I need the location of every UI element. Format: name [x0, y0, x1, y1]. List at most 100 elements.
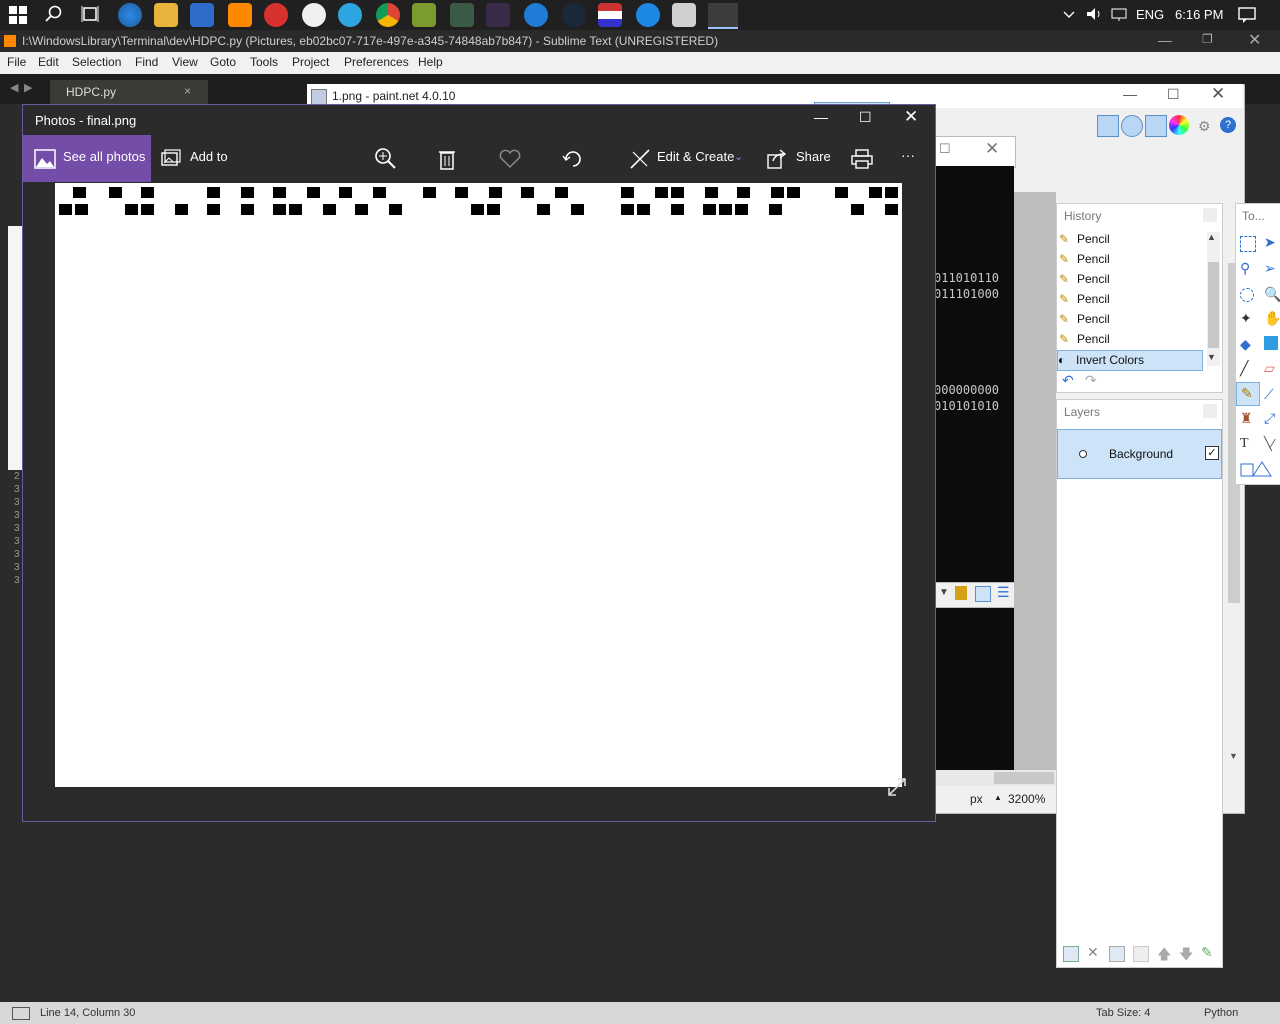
layers-window-button[interactable] — [1145, 115, 1167, 137]
share-icon[interactable] — [767, 149, 787, 172]
scroll-thumb[interactable] — [994, 772, 1054, 784]
network-icon[interactable] — [1110, 7, 1128, 24]
photos-maximize-button[interactable]: ☐ — [859, 109, 872, 126]
rotate-icon[interactable] — [562, 148, 584, 173]
tab-size[interactable]: Tab Size: 4 — [1096, 1007, 1150, 1019]
tab-scroll-left-icon[interactable]: ◀ — [10, 81, 18, 94]
menu-goto[interactable]: Goto — [210, 55, 236, 69]
add-layer-icon[interactable] — [1063, 946, 1079, 962]
units-label[interactable]: px — [970, 792, 983, 806]
tab-scroll-right-icon[interactable]: ▶ — [24, 81, 32, 94]
history-item[interactable]: ✎ Pencil — [1059, 290, 1205, 309]
view-icon[interactable] — [975, 586, 991, 602]
photos-minimize-button[interactable]: — — [814, 109, 828, 125]
restore-button[interactable]: ❐ — [1202, 32, 1213, 46]
syntax-mode[interactable]: Python — [1204, 1007, 1238, 1019]
paintnet-maximize-button[interactable]: ☐ — [1167, 86, 1180, 103]
chevron-up-icon[interactable] — [1062, 7, 1076, 24]
color-picker-icon[interactable]: ⟋ — [1264, 386, 1274, 403]
pencil-tool-icon[interactable]: ✎ — [1236, 382, 1260, 406]
redo-icon[interactable]: ↷ — [1085, 372, 1097, 389]
layer-row-background[interactable]: Background ✓ — [1057, 429, 1222, 479]
menu-help[interactable]: Help — [418, 55, 443, 69]
chevron-down-icon[interactable]: ⌄ — [734, 150, 743, 163]
undo-icon[interactable]: ↶ — [1062, 372, 1074, 389]
favorite-heart-icon[interactable] — [499, 149, 521, 172]
tab-close-icon[interactable]: × — [184, 84, 191, 98]
menu-project[interactable]: Project — [292, 55, 329, 69]
paintnet-minimize-button[interactable]: — — [1123, 86, 1137, 102]
zoom-level[interactable]: 3200% — [1008, 792, 1045, 806]
paintnet-close-button[interactable]: ✕ — [1211, 84, 1225, 104]
zoom-tool-icon[interactable]: 🔍 — [1264, 286, 1280, 303]
recolor-icon[interactable]: ⤢ — [1264, 410, 1275, 427]
history-item[interactable]: ✎ Pencil — [1059, 330, 1205, 349]
delete-icon[interactable] — [438, 148, 456, 173]
clock[interactable]: 6:16 PM — [1175, 7, 1223, 22]
menu-selection[interactable]: Selection — [72, 55, 121, 69]
add-to-icon[interactable] — [161, 149, 181, 167]
history-scroll-up-icon[interactable]: ▲ — [1207, 232, 1216, 242]
horizontal-scrollbar[interactable] — [934, 770, 1056, 786]
photos-icon[interactable] — [708, 3, 738, 29]
lock-icon[interactable] — [955, 586, 967, 600]
share-button[interactable]: Share — [796, 149, 831, 164]
rectangle-select-icon[interactable] — [1240, 236, 1256, 252]
lambda-app-icon[interactable] — [412, 3, 436, 27]
paint-bucket-icon[interactable]: ◆ — [1240, 336, 1251, 353]
layer-visibility-checkbox[interactable]: ✓ — [1205, 446, 1219, 460]
gradient-icon[interactable] — [1264, 336, 1278, 350]
menu-find[interactable]: Find — [135, 55, 158, 69]
colors-window-button[interactable] — [1169, 115, 1189, 135]
ellipse-select-icon[interactable] — [1240, 288, 1254, 302]
more-options-button[interactable]: ··· — [901, 147, 915, 163]
menu-tools[interactable]: Tools — [250, 55, 278, 69]
menu-edit[interactable]: Edit — [38, 55, 59, 69]
magic-wand-icon[interactable]: ✦ — [1240, 310, 1252, 327]
history-item[interactable]: ✎ Pencil — [1059, 310, 1205, 329]
paintbrush-icon[interactable]: ╱ — [1240, 360, 1248, 377]
move-layer-up-icon[interactable]: 🡅 — [1157, 944, 1171, 968]
clone-stamp-icon[interactable]: ♜ — [1240, 410, 1253, 427]
move-layer-down-icon[interactable]: 🡇 — [1179, 944, 1193, 968]
edit-create-button[interactable]: Edit & Create — [657, 149, 734, 164]
steam-icon[interactable] — [562, 3, 586, 27]
task-view-icon[interactable] — [78, 5, 102, 25]
history-item[interactable]: ✎ Pencil — [1059, 230, 1205, 249]
calculator-icon[interactable] — [672, 3, 696, 27]
tools-window-button[interactable] — [1097, 115, 1119, 137]
history-scroll-down-icon[interactable]: ▼ — [1207, 352, 1216, 362]
see-all-photos-button[interactable]: See all photos — [23, 135, 151, 182]
layer-properties-icon[interactable]: ✎ — [1201, 944, 1213, 961]
tab-hdpc-py[interactable]: HDPC.py × — [50, 80, 208, 104]
delete-layer-icon[interactable]: ✕ — [1087, 944, 1099, 961]
close-button[interactable]: ✕ — [1248, 30, 1261, 50]
print-icon[interactable] — [851, 149, 873, 172]
menu-file[interactable]: File — [7, 55, 26, 69]
history-item-selected[interactable]: ◐ Invert Colors — [1057, 350, 1203, 371]
photos-close-button[interactable]: ✕ — [904, 107, 918, 127]
volume-icon[interactable] — [1086, 7, 1104, 24]
history-window-button[interactable] — [1121, 115, 1143, 137]
menu-view[interactable]: View — [172, 55, 198, 69]
eraser-icon[interactable]: ▱ — [1264, 360, 1275, 377]
panel-toggle-icon[interactable] — [12, 1007, 30, 1020]
telegram-icon[interactable] — [338, 3, 362, 27]
shapes-icon[interactable] — [1240, 460, 1272, 477]
x-app-icon[interactable] — [486, 3, 510, 27]
terminal-maximize-button[interactable]: ☐ — [939, 141, 951, 157]
pan-hand-icon[interactable]: ✋ — [1264, 310, 1280, 327]
clock-app-icon[interactable] — [302, 3, 326, 27]
edge-icon[interactable] — [524, 3, 548, 27]
windows-icon[interactable] — [6, 5, 30, 25]
layers-close-icon[interactable] — [1203, 404, 1217, 418]
history-scrollbar[interactable]: ▲ ▼ — [1207, 232, 1220, 366]
sublime-text-icon[interactable] — [228, 3, 252, 27]
history-scroll-thumb[interactable] — [1208, 262, 1219, 348]
pickaxe-app-icon[interactable] — [450, 3, 474, 27]
merge-layer-icon[interactable] — [1133, 946, 1149, 962]
duplicate-layer-icon[interactable] — [1109, 946, 1125, 962]
full-screen-expand-icon[interactable] — [886, 776, 908, 801]
text-tool-icon[interactable]: T — [1240, 436, 1249, 452]
action-center-icon[interactable] — [1238, 7, 1256, 26]
